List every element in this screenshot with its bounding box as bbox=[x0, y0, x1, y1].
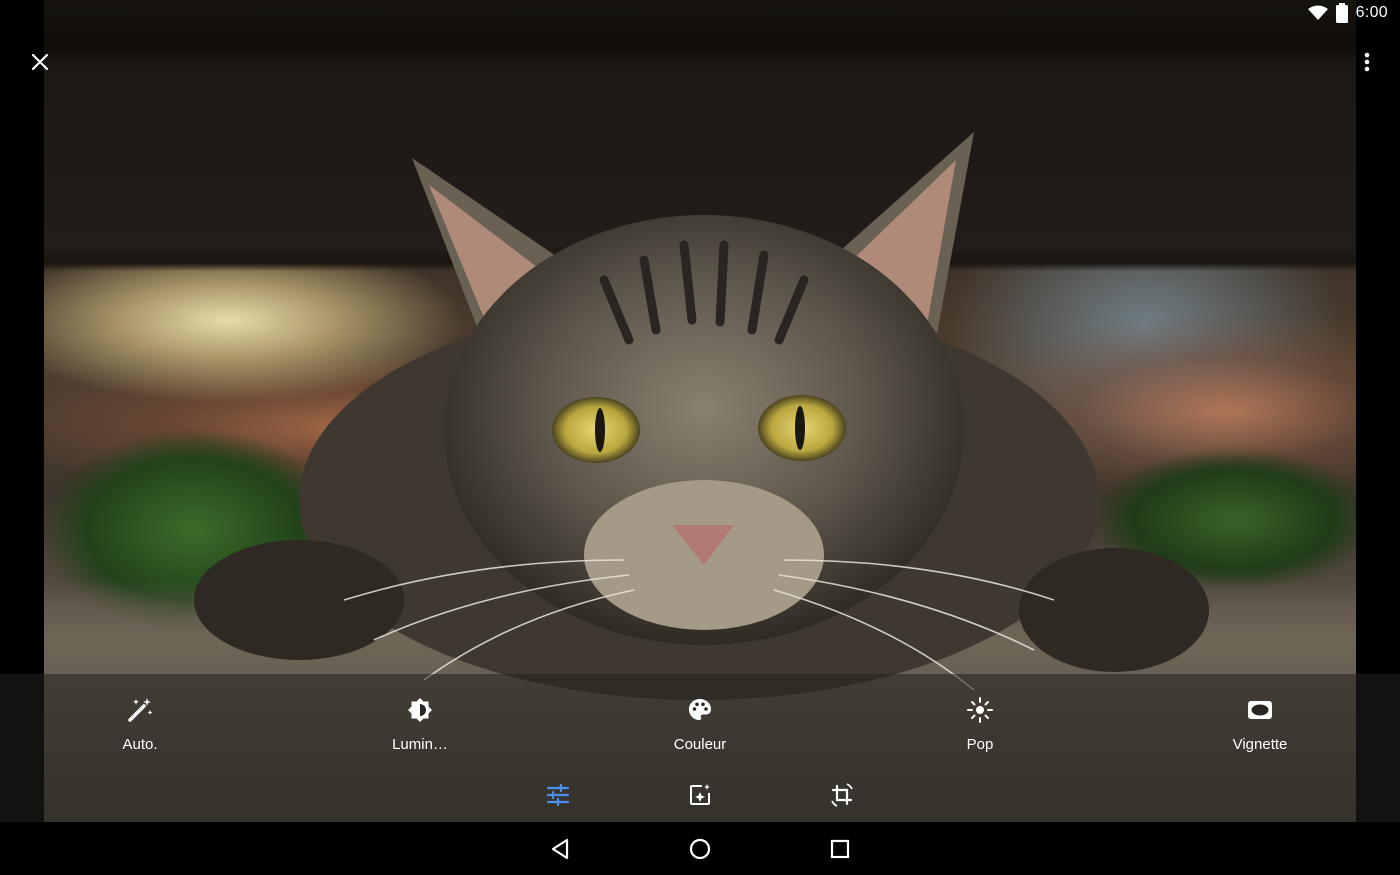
navigation-bar bbox=[0, 822, 1400, 875]
status-bar: 6:00 bbox=[0, 0, 1400, 26]
status-icons: 6:00 bbox=[1307, 3, 1388, 23]
tune-icon bbox=[546, 784, 570, 806]
wifi-icon bbox=[1307, 5, 1328, 20]
close-button[interactable] bbox=[22, 44, 58, 80]
recents-icon bbox=[830, 839, 850, 859]
tool-pop[interactable]: Pop bbox=[880, 694, 1080, 754]
palette-icon bbox=[689, 699, 711, 720]
tool-brightness[interactable]: Lumin… bbox=[320, 694, 520, 754]
tool-vignette[interactable]: Vignette bbox=[1160, 694, 1360, 754]
tab-filters[interactable] bbox=[683, 778, 717, 812]
tool-pop-label: Pop bbox=[966, 736, 994, 753]
filters-icon bbox=[690, 784, 710, 805]
tab-crop-rotate[interactable] bbox=[825, 778, 859, 812]
magic-wand-icon bbox=[128, 698, 153, 722]
tab-adjust[interactable] bbox=[541, 778, 575, 812]
battery-icon bbox=[1335, 3, 1348, 23]
pop-icon bbox=[967, 697, 993, 723]
brightness-icon bbox=[408, 698, 432, 722]
home-icon bbox=[689, 838, 711, 860]
status-time: 6:00 bbox=[1355, 4, 1388, 21]
back-icon bbox=[551, 838, 569, 860]
crop-rotate-icon bbox=[831, 783, 853, 807]
tool-brightness-label: Lumin… bbox=[392, 736, 448, 753]
tool-color[interactable]: Couleur bbox=[600, 694, 800, 754]
vignette-icon bbox=[1248, 701, 1272, 719]
tool-auto[interactable]: Auto. bbox=[40, 694, 240, 754]
tool-auto-label: Auto. bbox=[122, 736, 158, 753]
tool-vignette-label: Vignette bbox=[1232, 736, 1288, 753]
tool-color-label: Couleur bbox=[673, 736, 727, 753]
recents-button[interactable] bbox=[823, 832, 857, 866]
more-vert-icon bbox=[1364, 52, 1370, 72]
home-button[interactable] bbox=[683, 832, 717, 866]
close-icon bbox=[32, 54, 48, 70]
overflow-menu-button[interactable] bbox=[1349, 44, 1385, 80]
back-button[interactable] bbox=[543, 832, 577, 866]
